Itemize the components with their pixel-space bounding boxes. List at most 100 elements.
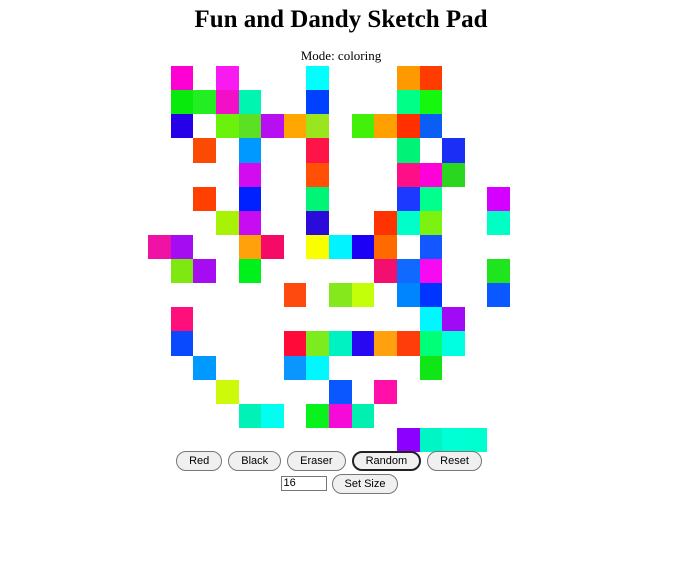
grid-cell[interactable] (351, 114, 375, 139)
grid-cell[interactable] (329, 283, 352, 308)
grid-cell[interactable] (193, 138, 216, 163)
grid-cell[interactable] (420, 138, 443, 162)
grid-cell[interactable] (374, 163, 397, 187)
grid-cell[interactable] (193, 163, 216, 187)
grid-cell[interactable] (374, 331, 397, 356)
grid-cell[interactable] (239, 307, 262, 331)
grid-cell[interactable] (465, 187, 488, 211)
grid-cell[interactable] (487, 235, 510, 259)
grid-cell[interactable] (465, 356, 488, 380)
grid-cell[interactable] (170, 331, 194, 356)
grid-cell[interactable] (239, 66, 262, 90)
grid-cell[interactable] (419, 355, 443, 380)
grid-cell[interactable] (442, 187, 465, 211)
grid-cell[interactable] (419, 307, 443, 332)
grid-cell[interactable] (487, 186, 510, 211)
grid-cell[interactable] (284, 404, 307, 428)
grid-cell[interactable] (465, 283, 488, 307)
grid-cell[interactable] (442, 307, 465, 332)
grid-cell[interactable] (171, 283, 194, 307)
grid-cell[interactable] (465, 211, 488, 235)
grid-cell[interactable] (215, 210, 239, 235)
grid-cell[interactable] (283, 331, 307, 356)
grid-cell[interactable] (148, 138, 171, 162)
grid-cell[interactable] (442, 427, 465, 452)
grid-cell[interactable] (352, 211, 375, 235)
grid-cell[interactable] (329, 428, 352, 452)
grid-cell[interactable] (193, 259, 216, 284)
grid-cell[interactable] (442, 66, 465, 90)
grid-cell[interactable] (396, 90, 420, 115)
grid-cell[interactable] (397, 307, 420, 331)
grid-cell[interactable] (306, 90, 329, 115)
grid-cell[interactable] (396, 283, 420, 308)
grid-cell[interactable] (306, 307, 329, 331)
grid-cell[interactable] (374, 379, 397, 404)
grid-cell[interactable] (487, 259, 510, 284)
grid-cell[interactable] (329, 307, 352, 331)
grid-cell[interactable] (419, 114, 443, 139)
grid-cell[interactable] (397, 235, 420, 259)
grid-cell[interactable] (329, 211, 352, 235)
grid-cell[interactable] (306, 234, 329, 259)
grid-cell[interactable] (284, 307, 307, 331)
random-button[interactable]: Random (351, 451, 422, 471)
grid-cell[interactable] (261, 66, 284, 90)
grid-cell[interactable] (465, 331, 488, 355)
grid-cell[interactable] (238, 234, 262, 259)
grid-cell[interactable] (487, 90, 510, 114)
sketch-grid[interactable] (148, 66, 510, 452)
grid-cell[interactable] (329, 187, 352, 211)
grid-cell[interactable] (148, 356, 171, 380)
grid-cell[interactable] (148, 234, 171, 259)
grid-cell[interactable] (352, 356, 375, 380)
grid-cell[interactable] (261, 331, 284, 355)
grid-cell[interactable] (396, 210, 420, 235)
grid-cell[interactable] (284, 428, 307, 452)
grid-cell[interactable] (352, 307, 375, 331)
grid-cell[interactable] (419, 186, 443, 211)
grid-cell[interactable] (148, 187, 171, 211)
grid-cell[interactable] (420, 404, 443, 428)
grid-cell[interactable] (215, 114, 239, 139)
grid-cell[interactable] (306, 259, 329, 283)
grid-cell[interactable] (419, 259, 443, 284)
grid-cell[interactable] (148, 114, 171, 138)
grid-cell[interactable] (148, 283, 171, 307)
grid-cell[interactable] (284, 380, 307, 404)
grid-cell[interactable] (396, 427, 420, 452)
grid-cell[interactable] (238, 186, 262, 211)
grid-cell[interactable] (442, 138, 465, 163)
grid-cell[interactable] (487, 283, 510, 308)
grid-cell[interactable] (238, 210, 262, 235)
grid-cell[interactable] (216, 404, 239, 428)
grid-cell[interactable] (284, 235, 307, 259)
grid-cell[interactable] (171, 380, 194, 404)
grid-cell[interactable] (284, 259, 307, 283)
grid-cell[interactable] (261, 259, 284, 283)
grid-cell[interactable] (351, 283, 375, 308)
grid-cell[interactable] (216, 356, 239, 380)
grid-cell[interactable] (215, 379, 239, 404)
grid-cell[interactable] (261, 403, 284, 428)
grid-cell[interactable] (261, 356, 284, 380)
grid-cell[interactable] (465, 235, 488, 259)
grid-cell[interactable] (239, 283, 262, 307)
grid-cell[interactable] (171, 211, 194, 235)
grid-cell[interactable] (419, 331, 443, 356)
grid-cell[interactable] (329, 259, 352, 283)
grid-cell[interactable] (464, 427, 488, 452)
grid-cell[interactable] (487, 331, 510, 355)
grid-cell[interactable] (306, 162, 329, 187)
grid-cell[interactable] (284, 187, 307, 211)
grid-cell[interactable] (487, 356, 510, 380)
reset-button[interactable]: Reset (427, 451, 482, 471)
grid-cell[interactable] (193, 114, 216, 138)
grid-cell[interactable] (465, 66, 488, 90)
grid-cell[interactable] (215, 90, 239, 115)
grid-cell[interactable] (374, 114, 397, 139)
grid-cell[interactable] (283, 283, 307, 308)
grid-cell[interactable] (148, 66, 171, 90)
grid-cell[interactable] (148, 211, 171, 235)
grid-cell[interactable] (171, 404, 194, 428)
